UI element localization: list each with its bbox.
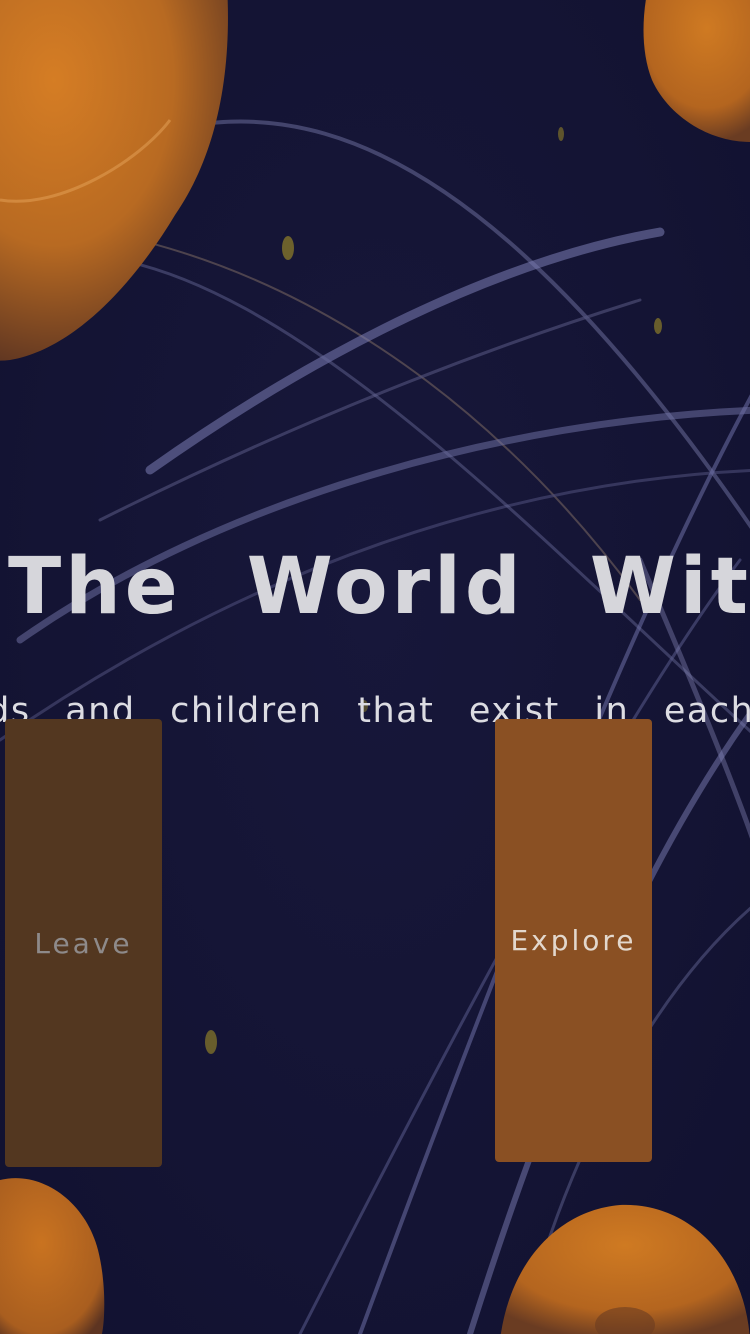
- explore-button[interactable]: Explore: [495, 719, 652, 1162]
- game-title: The World Within: [8, 542, 750, 632]
- leave-button[interactable]: Leave: [5, 719, 162, 1167]
- planet-top-right: [643, 0, 750, 142]
- planet-bottom-right: [500, 1204, 750, 1334]
- leave-button-label: Leave: [34, 926, 133, 960]
- game-screen: The World Within rlds and children that …: [0, 0, 750, 1334]
- explore-button-label: Explore: [510, 924, 637, 957]
- planet-bottom-left: [0, 1178, 105, 1334]
- planet-top-left: [0, 0, 228, 361]
